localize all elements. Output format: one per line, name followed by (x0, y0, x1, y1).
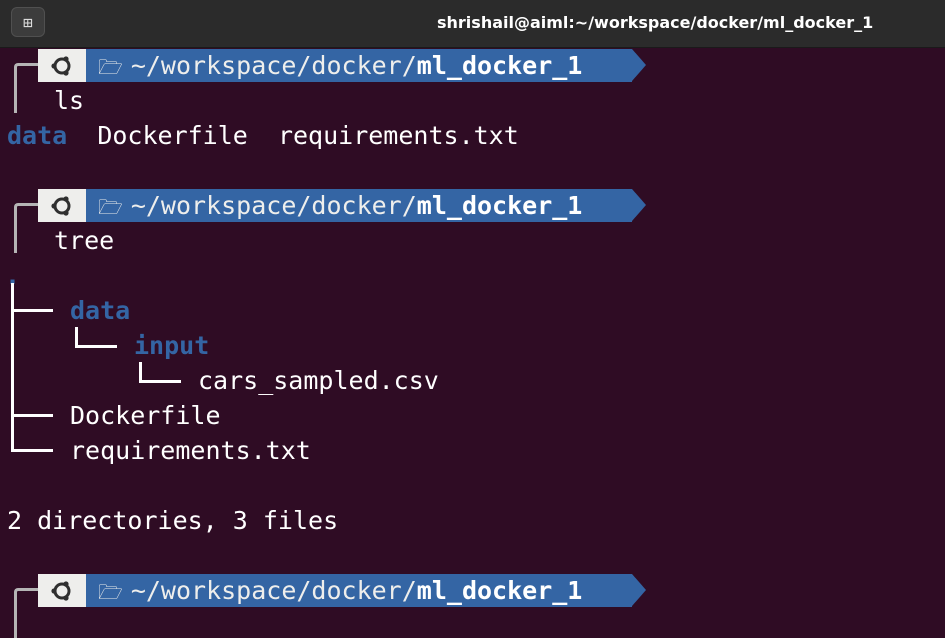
tree-dir-data: data (70, 296, 131, 325)
path-prefix: ~/workspace/docker/ (130, 191, 417, 220)
path-segment: 🗁 ~/workspace/docker/ml_docker_1 (86, 574, 632, 607)
window-title: shrishail@aiml:~/workspace/docker/ml_doc… (437, 13, 874, 32)
tree-branch (139, 380, 181, 383)
ls-dir-data: data (7, 121, 68, 150)
path-prefix: ~/workspace/docker/ (130, 51, 417, 80)
new-tab-icon: ⊞ (23, 12, 33, 32)
ubuntu-logo-icon (51, 195, 71, 216)
tree-dir-input: input (134, 331, 210, 360)
command-ls: ls (54, 86, 85, 115)
tree-summary: 2 directories, 3 files (7, 506, 339, 535)
path-segment: 🗁 ~/workspace/docker/ml_docker_1 (86, 189, 632, 222)
prompt-bracket (14, 588, 38, 638)
path-arrow (632, 49, 646, 81)
os-segment (38, 49, 86, 82)
terminal-area[interactable]: 🗁 ~/workspace/docker/ml_docker_1 ls data … (0, 47, 945, 638)
tree-branch (11, 414, 53, 417)
ubuntu-logo-icon (51, 580, 71, 601)
path-segment: 🗁 ~/workspace/docker/ml_docker_1 (86, 49, 632, 82)
tree-file-dockerfile: Dockerfile (70, 401, 221, 430)
tree-branch (75, 327, 78, 347)
tree-branch (75, 345, 117, 348)
path-current: ml_docker_1 (416, 191, 583, 220)
ls-file-requirements: requirements.txt (277, 121, 519, 150)
ubuntu-logo-icon (51, 55, 71, 76)
tree-branch (11, 309, 53, 312)
folder-open-icon: 🗁 (98, 580, 123, 604)
path-prefix: ~/workspace/docker/ (130, 576, 417, 605)
new-tab-button[interactable]: ⊞ (11, 7, 45, 37)
prompt-bracket (14, 203, 38, 253)
tree-file-csv: cars_sampled.csv (198, 366, 439, 395)
folder-open-icon: 🗁 (98, 195, 123, 219)
title-bar: ⊞ shrishail@aiml:~/workspace/docker/ml_d… (0, 0, 945, 48)
tree-branch (11, 449, 53, 452)
tree-branch (139, 362, 142, 382)
os-segment (38, 189, 86, 222)
ls-file-dockerfile: Dockerfile (97, 121, 248, 150)
command-tree: tree (54, 226, 115, 255)
folder-open-icon: 🗁 (98, 55, 123, 79)
path-current: ml_docker_1 (416, 51, 583, 80)
tree-file-requirements: requirements.txt (70, 436, 311, 465)
os-segment (38, 574, 86, 607)
path-arrow (632, 574, 646, 606)
path-current: ml_docker_1 (416, 576, 583, 605)
path-arrow (632, 189, 646, 221)
prompt-bracket (14, 63, 38, 113)
ls-output: data Dockerfile requirements.txt (7, 118, 519, 153)
